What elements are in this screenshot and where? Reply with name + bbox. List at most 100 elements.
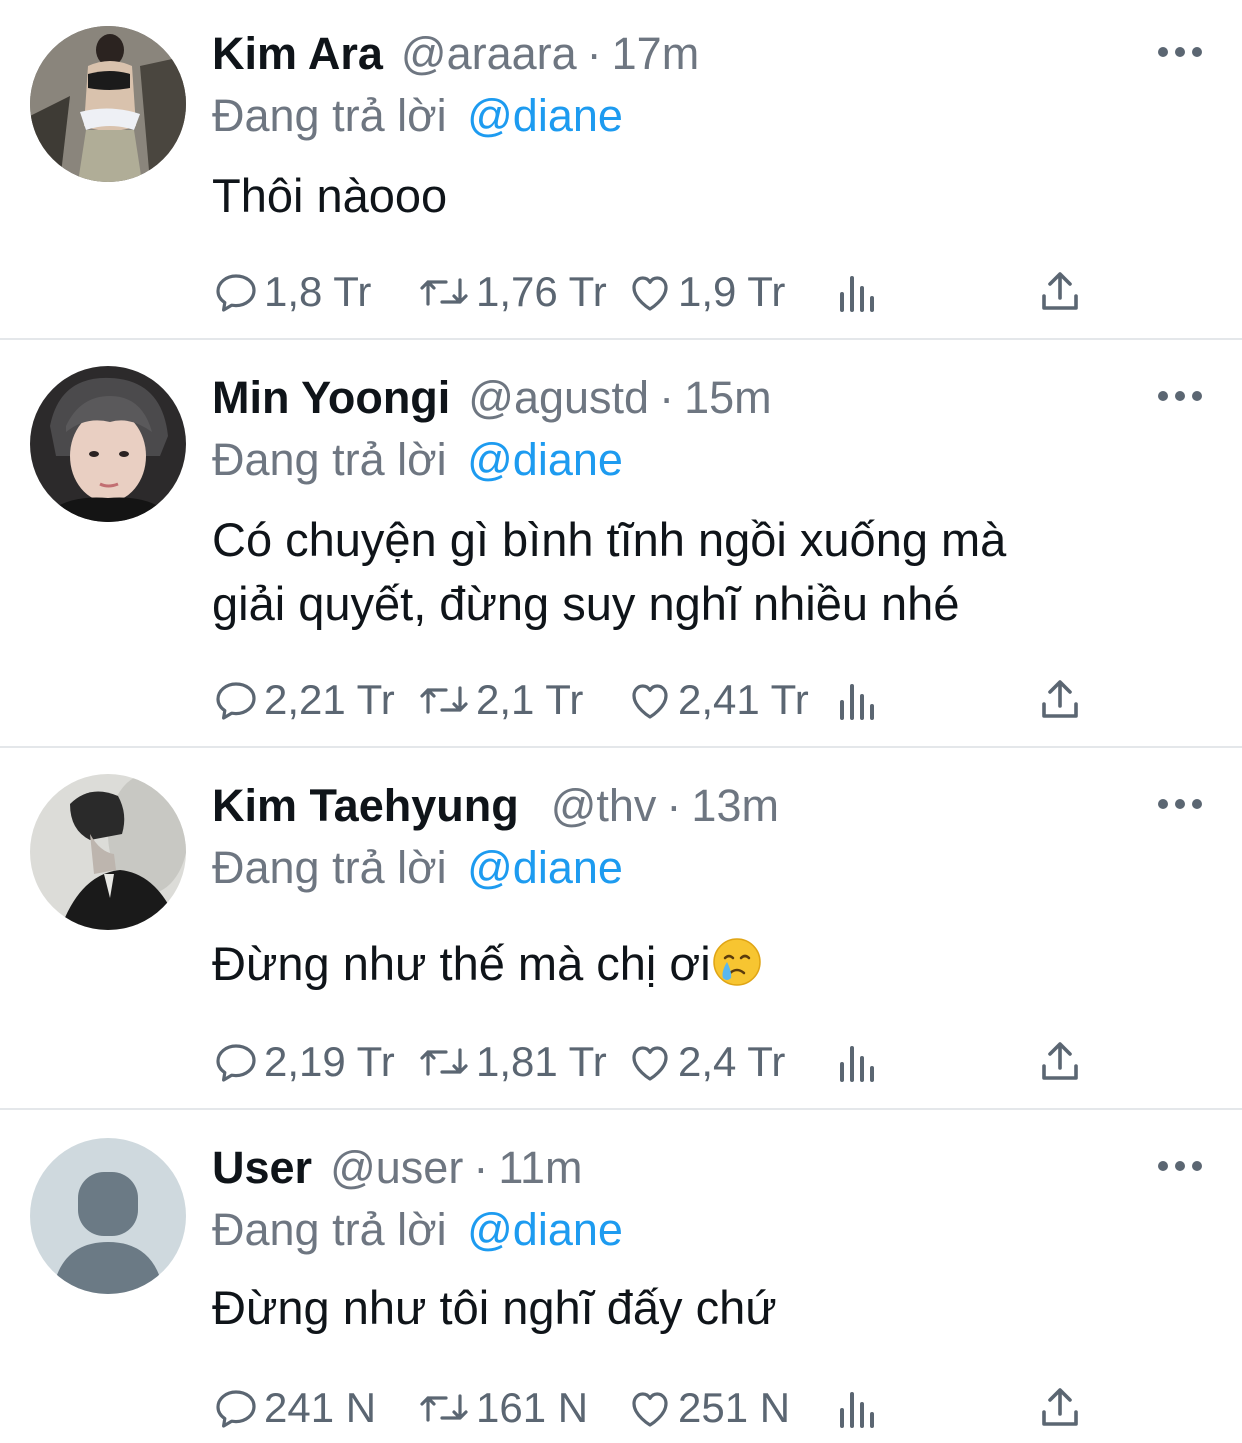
avatar-default-user[interactable] [30, 1138, 186, 1294]
tweet-header: Min Yoongi @agustd · 15m [212, 370, 772, 426]
tweet-header: User @user · 11m [212, 1140, 583, 1196]
timestamp[interactable]: 17m [612, 28, 700, 80]
tweet-3[interactable]: Kim Taehyung @thv · 13m Đang trả lời @di… [0, 774, 1242, 1110]
retweet-count: 1,81 Tr [476, 1038, 607, 1085]
share-icon [1042, 680, 1078, 718]
timestamp[interactable]: 13m [691, 780, 779, 832]
like-icon [632, 276, 668, 311]
share-button[interactable] [1036, 1034, 1084, 1090]
reply-count: 2,21 Tr [264, 676, 395, 723]
avatar-min-yoongi[interactable] [30, 366, 186, 522]
like-count: 1,9 Tr [678, 268, 786, 315]
tweet-text-line: Đừng như thế mà chị ơi [212, 932, 763, 996]
mention-link[interactable]: @diane [467, 1204, 623, 1255]
user-handle[interactable]: @thv [551, 780, 657, 832]
retweet-button[interactable]: 1,81 Tr [416, 1034, 607, 1090]
analytics-button[interactable] [832, 1380, 880, 1436]
reply-icon [216, 274, 256, 312]
replying-to-label: Đang trả lời [212, 434, 447, 485]
tweet-divider [0, 1108, 1242, 1110]
crying-face-emoji [712, 938, 761, 986]
tweet-text-line: Thôi nàooo [212, 169, 448, 222]
user-handle[interactable]: @agustd [468, 372, 649, 424]
timestamp[interactable]: 15m [684, 372, 772, 424]
share-icon [1042, 272, 1078, 310]
retweet-button[interactable]: 161 N [416, 1380, 588, 1436]
tweet-text: Đừng như tôi nghĩ đấy chứ [212, 1276, 777, 1340]
like-count: 251 N [678, 1384, 791, 1431]
reply-button[interactable]: 241 N [212, 1380, 376, 1436]
share-button[interactable] [1036, 264, 1084, 320]
more-icon[interactable] [1158, 384, 1202, 408]
retweet-button[interactable]: 1,76 Tr [416, 264, 607, 320]
tweet-divider [0, 338, 1242, 340]
more-icon[interactable] [1158, 1154, 1202, 1178]
tweet-text: Thôi nàooo [212, 164, 447, 228]
tweet-actions: 1,8 Tr 1,76 Tr 1,9 Tr [212, 264, 1092, 320]
reply-icon [216, 1390, 256, 1428]
mention-link[interactable]: @diane [467, 90, 623, 141]
like-button[interactable]: 251 N [626, 1380, 790, 1436]
display-name[interactable]: User [212, 1142, 312, 1194]
tweet-text-content: Đừng như thế mà chị ơi [212, 937, 711, 990]
tweet-actions: 2,19 Tr 1,81 Tr 2,4 Tr [212, 1034, 1092, 1090]
retweet-icon [420, 278, 468, 306]
like-button[interactable]: 2,41 Tr [626, 672, 809, 728]
retweet-count: 161 N [476, 1384, 589, 1431]
analytics-button[interactable] [832, 264, 880, 320]
reply-button[interactable]: 1,8 Tr [212, 264, 371, 320]
share-icon [1042, 1042, 1078, 1080]
tweet-actions: 241 N 161 N 251 N [212, 1380, 1092, 1436]
mention-link[interactable]: @diane [467, 434, 623, 485]
reply-button[interactable]: 2,19 Tr [212, 1034, 395, 1090]
analytics-icon [840, 1046, 874, 1082]
like-icon [632, 1392, 668, 1427]
retweet-icon [420, 686, 468, 714]
tweet-text-line: Có chuyện gì bình tĩnh ngồi xuống mà [212, 513, 1007, 566]
tweet-header: Kim Taehyung @thv · 13m [212, 778, 779, 834]
tweet-text: Có chuyện gì bình tĩnh ngồi xuống mà giả… [212, 508, 1006, 636]
analytics-icon [840, 684, 874, 720]
analytics-icon [840, 276, 874, 312]
user-handle[interactable]: @user [330, 1142, 463, 1194]
like-button[interactable]: 1,9 Tr [626, 264, 785, 320]
display-name[interactable]: Kim Taehyung [212, 780, 519, 832]
tweet-1[interactable]: Kim Ara @araara · 17m Đang trả lời @dian… [0, 26, 1242, 340]
retweet-icon [420, 1394, 468, 1422]
like-count: 2,4 Tr [678, 1038, 786, 1085]
reply-count: 1,8 Tr [264, 268, 372, 315]
analytics-button[interactable] [832, 672, 880, 728]
analytics-button[interactable] [832, 1034, 880, 1090]
retweet-count: 2,1 Tr [476, 676, 584, 723]
tweet-4[interactable]: User @user · 11m Đang trả lời @diane Đừn… [0, 1138, 1242, 1443]
reply-count: 2,19 Tr [264, 1038, 395, 1085]
tweet-actions: 2,21 Tr 2,1 Tr 2,41 Tr [212, 672, 1092, 728]
separator-dot: · [473, 1142, 489, 1193]
share-button[interactable] [1036, 672, 1084, 728]
tweet-text: Đừng như thế mà chị ơi [212, 932, 763, 996]
display-name[interactable]: Min Yoongi [212, 372, 450, 424]
avatar-kim-taehyung[interactable] [30, 774, 186, 930]
more-icon[interactable] [1158, 792, 1202, 816]
tweet-header: Kim Ara @araara · 17m [212, 26, 699, 82]
display-name[interactable]: Kim Ara [212, 28, 383, 80]
tweet-text-line: giải quyết, đừng suy nghĩ nhiều nhé [212, 577, 960, 630]
retweet-button[interactable]: 2,1 Tr [416, 672, 583, 728]
more-icon[interactable] [1158, 40, 1202, 64]
user-handle[interactable]: @araara [401, 28, 577, 80]
tweet-text-line: Đừng như tôi nghĩ đấy chứ [212, 1281, 777, 1334]
replying-to: Đang trả lời @diane [212, 90, 623, 142]
avatar-kim-ara[interactable] [30, 26, 186, 182]
reply-button[interactable]: 2,21 Tr [212, 672, 395, 728]
reply-icon [216, 1044, 256, 1082]
separator-dot: · [586, 28, 602, 79]
separator-dot: · [666, 780, 682, 831]
like-icon [632, 684, 668, 719]
reply-icon [216, 682, 256, 720]
tweet-2[interactable]: Min Yoongi @agustd · 15m Đang trả lời @d… [0, 366, 1242, 748]
retweet-icon [420, 1048, 468, 1076]
timestamp[interactable]: 11m [498, 1142, 582, 1194]
share-button[interactable] [1036, 1380, 1084, 1436]
like-button[interactable]: 2,4 Tr [626, 1034, 785, 1090]
mention-link[interactable]: @diane [467, 842, 623, 893]
